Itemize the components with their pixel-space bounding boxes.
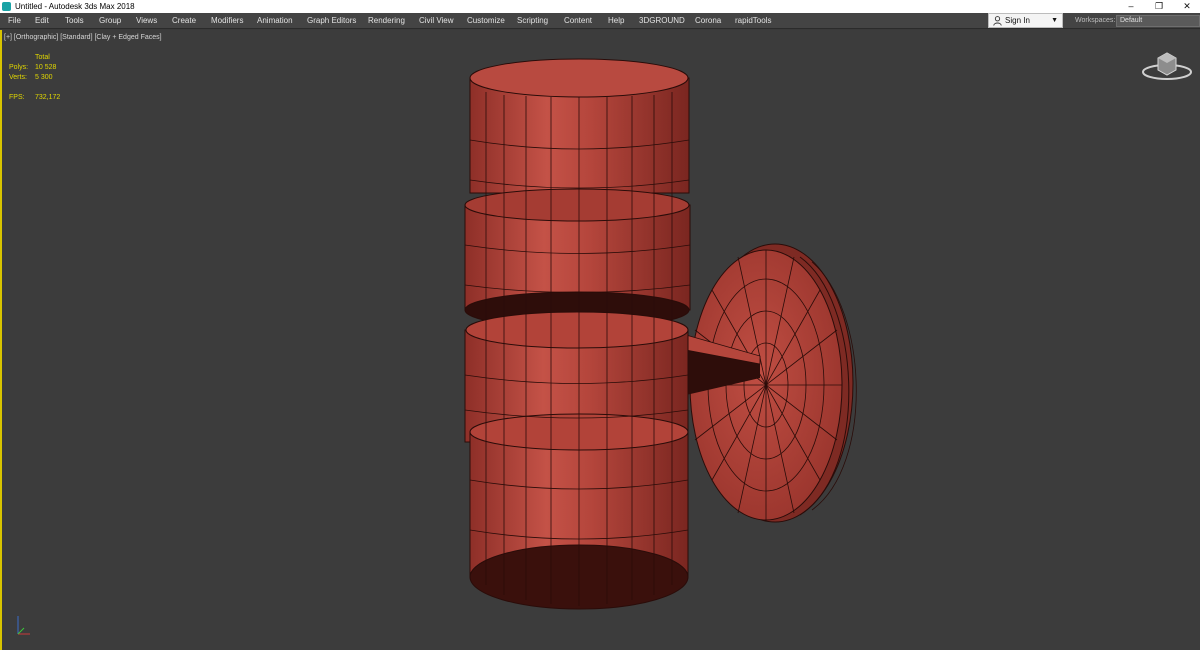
viewcube-icon[interactable] [1141, 48, 1193, 82]
axis-tripod-icon [17, 616, 30, 635]
wall-lamp-model[interactable] [0, 0, 1200, 650]
cylinder-body [464, 58, 691, 610]
